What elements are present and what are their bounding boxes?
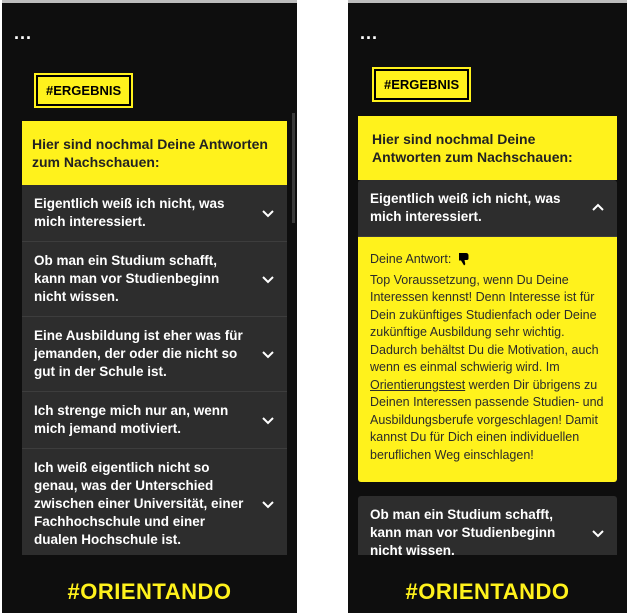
- intro-text: Hier sind nochmal Deine Antworten zum Na…: [358, 116, 617, 180]
- answers-list: Hier sind nochmal Deine Antworten zum Na…: [2, 121, 297, 555]
- more-dots-icon[interactable]: ...: [14, 23, 32, 44]
- question-list: Ob man ein Studium schafft, kann man vor…: [358, 496, 617, 555]
- more-dots-icon[interactable]: ...: [360, 23, 378, 44]
- chevron-down-icon: [261, 206, 275, 220]
- answer-panel: Deine Antwort: Top Voraussetzung, wenn D…: [358, 237, 617, 482]
- thumbs-down-icon: [458, 252, 470, 272]
- chevron-down-icon: [261, 497, 275, 511]
- chevron-down-icon: [591, 526, 605, 540]
- question-list: Eigentlich weiß ich nicht, was mich inte…: [22, 185, 287, 555]
- question-text: Ob man ein Studium schafft, kann man vor…: [34, 253, 220, 304]
- chevron-down-icon: [261, 347, 275, 361]
- question-text: Ich weiß eigentlich nicht so genau, was …: [34, 460, 244, 547]
- question-item[interactable]: Eigentlich weiß ich nicht, was mich inte…: [22, 185, 287, 242]
- question-text: Eigentlich weiß ich nicht, was mich inte…: [34, 196, 225, 229]
- question-item[interactable]: Eine Ausbildung ist eher was für jemande…: [22, 317, 287, 392]
- answer-text: Top Voraussetzung, wenn Du Deine Interes…: [370, 272, 599, 375]
- brand-logo: #ORIENTANDO: [67, 579, 232, 604]
- question-item-expanded[interactable]: Eigentlich weiß ich nicht, was mich inte…: [358, 180, 617, 237]
- question-text: Eigentlich weiß ich nicht, was mich inte…: [370, 191, 561, 224]
- question-item[interactable]: Ich weiß eigentlich nicht so genau, was …: [22, 449, 287, 555]
- phone-screen-collapsed: ... #ERGEBNIS Hier sind nochmal Deine An…: [2, 0, 297, 613]
- question-text: Ich strenge mich nur an, wenn mich jeman…: [34, 403, 229, 436]
- chevron-up-icon: [591, 201, 605, 215]
- question-item[interactable]: Ob man ein Studium schafft, kann man vor…: [358, 496, 617, 555]
- answer-label: Deine Antwort:: [370, 252, 452, 266]
- question-item[interactable]: Ich strenge mich nur an, wenn mich jeman…: [22, 392, 287, 449]
- brand-logo: #ORIENTANDO: [405, 579, 570, 604]
- result-tag: #ERGEBNIS: [36, 75, 132, 106]
- result-tag: #ERGEBNIS: [374, 69, 470, 100]
- test-link[interactable]: Orientierungstest: [370, 378, 465, 392]
- answers-list: Hier sind nochmal Deine Antworten zum Na…: [348, 116, 627, 555]
- question-text: Eine Ausbildung ist eher was für jemande…: [34, 328, 243, 379]
- intro-text: Hier sind nochmal Deine Antworten zum Na…: [22, 121, 287, 185]
- question-list: Eigentlich weiß ich nicht, was mich inte…: [358, 180, 617, 237]
- chevron-down-icon: [261, 272, 275, 286]
- question-text: Ob man ein Studium schafft, kann man vor…: [370, 507, 556, 555]
- phone-screen-expanded: ... #ERGEBNIS Hier sind nochmal Deine An…: [348, 0, 627, 613]
- question-item[interactable]: Ob man ein Studium schafft, kann man vor…: [22, 242, 287, 317]
- chevron-down-icon: [261, 413, 275, 427]
